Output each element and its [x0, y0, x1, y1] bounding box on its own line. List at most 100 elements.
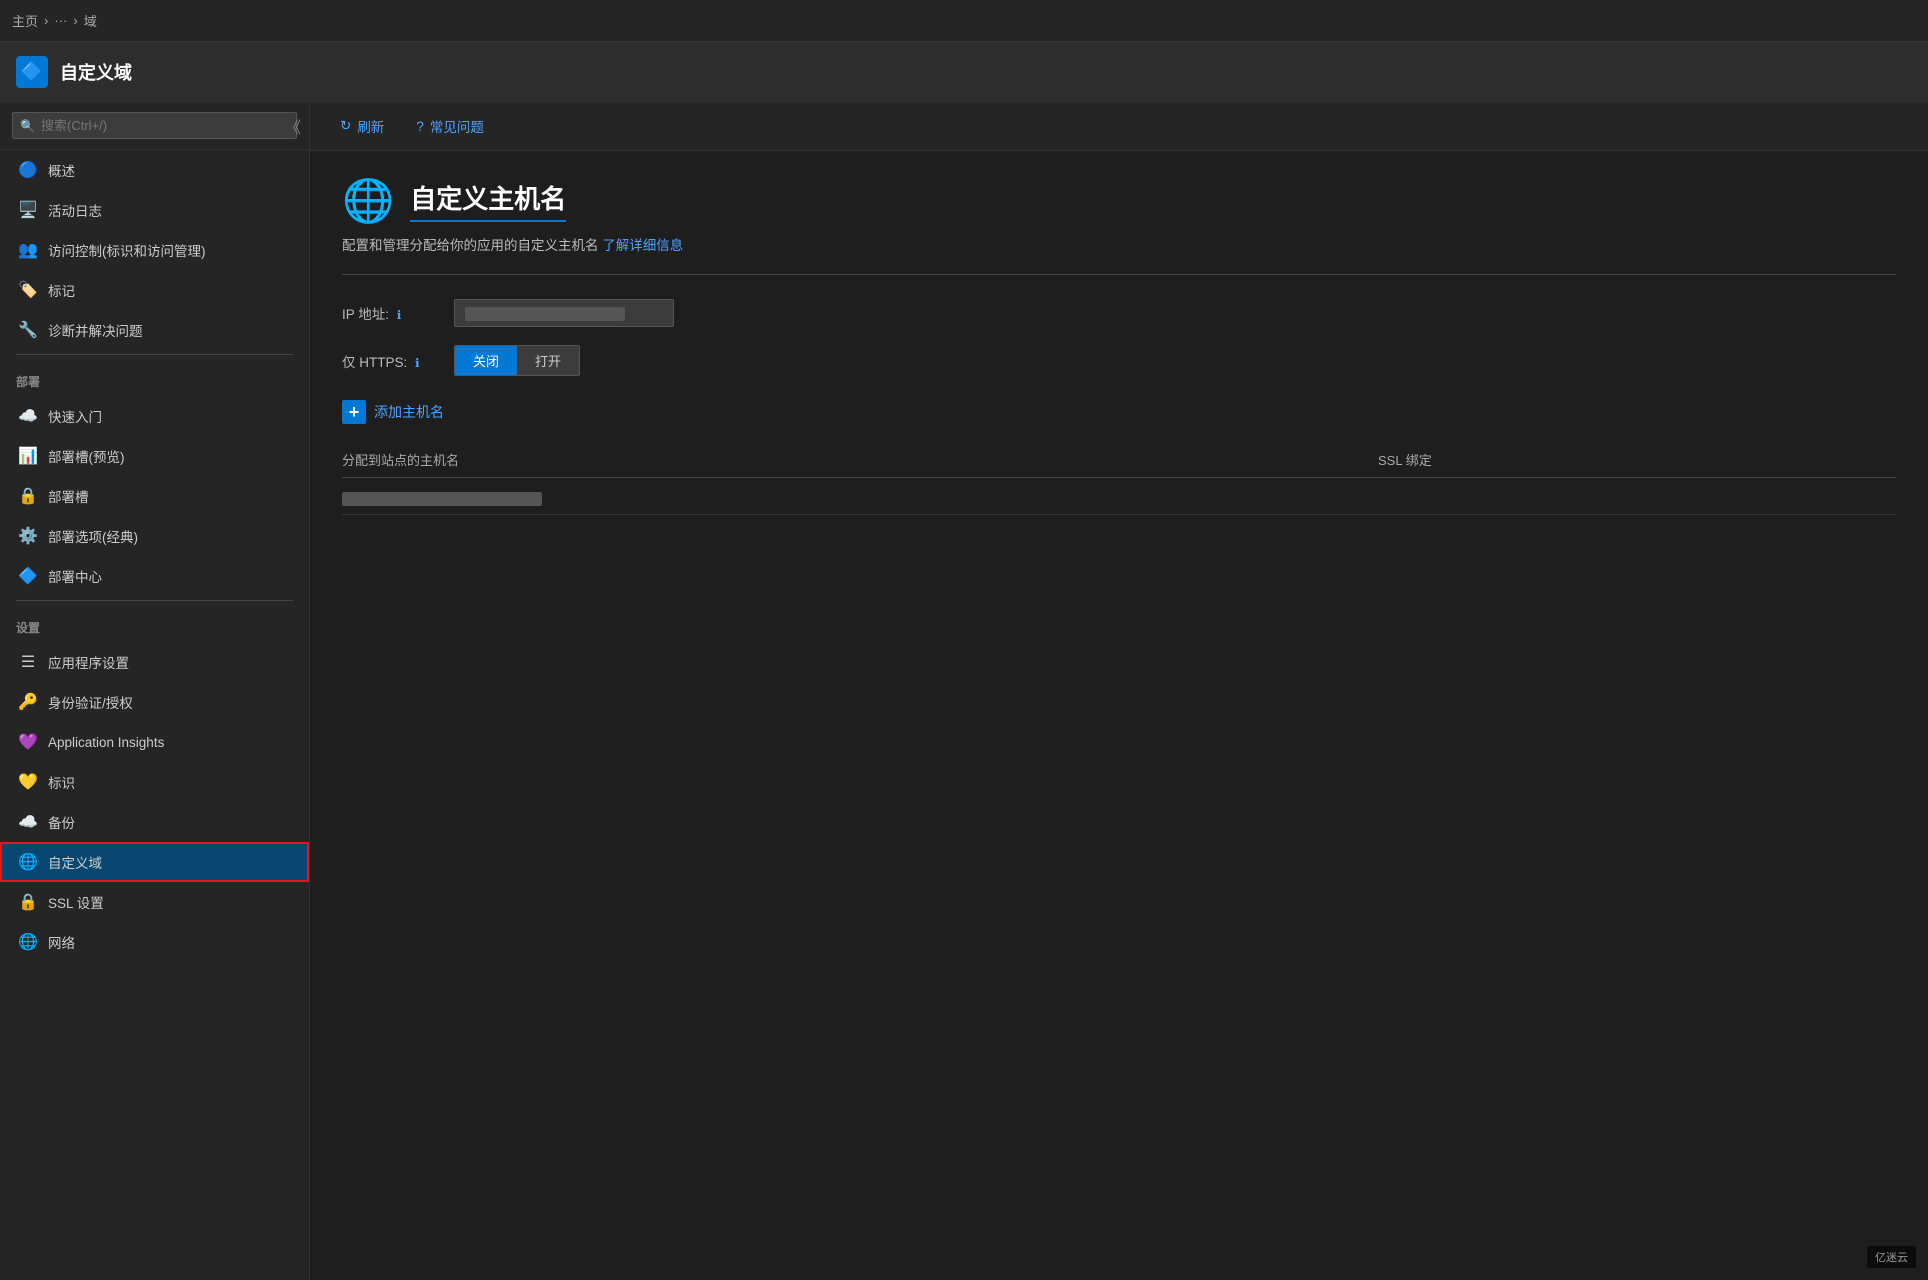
sidebar-item-auth[interactable]: 🔑 身份验证/授权 — [0, 682, 309, 722]
col-hostname-header: 分配到站点的主机名 — [342, 450, 1378, 469]
deploy-center-icon: 🔷 — [18, 566, 38, 586]
sidebar-item-deploy-center[interactable]: 🔷 部署中心 — [0, 556, 309, 596]
sidebar-item-label: 访问控制(标识和访问管理) — [48, 240, 206, 260]
page-header: 🌐 自定义主机名 — [342, 179, 1896, 222]
sidebar-item-deploy-options-classic[interactable]: ⚙️ 部署选项(经典) — [0, 516, 309, 556]
add-hostname-label: 添加主机名 — [374, 402, 444, 422]
sidebar-item-app-settings[interactable]: ☰ 应用程序设置 — [0, 642, 309, 682]
sidebar-item-label: 身份验证/授权 — [48, 692, 133, 712]
sidebar-item-diagnose[interactable]: 🔧 诊断并解决问题 — [0, 310, 309, 350]
sidebar-item-ssl-settings[interactable]: 🔒 SSL 设置 — [0, 882, 309, 922]
hostname-blurred — [342, 492, 542, 506]
breadcrumb-current: 域 — [84, 11, 97, 30]
sidebar-section-deploy: 部署 ☁️ 快速入门 📊 部署槽(预览) 🔒 部署槽 ⚙️ 部署选项(经典) 🔷… — [0, 359, 309, 596]
app-settings-icon: ☰ — [18, 652, 38, 672]
sidebar-item-backup[interactable]: ☁️ 备份 — [0, 802, 309, 842]
content-toolbar: ↻ 刷新 ? 常见问题 — [310, 102, 1928, 151]
sidebar-item-deploy-slot[interactable]: 🔒 部署槽 — [0, 476, 309, 516]
sidebar-collapse-button[interactable]: 《 — [285, 114, 301, 138]
topbar: 主页 › ··· › 域 — [0, 0, 1928, 42]
sidebar-item-overview[interactable]: 🔵 概述 — [0, 150, 309, 190]
breadcrumb: 主页 › ··· › 域 — [12, 11, 97, 30]
search-icon: 🔍 — [20, 119, 35, 133]
ip-label: IP 地址: ℹ — [342, 303, 442, 323]
sidebar-item-label: 部署槽(预览) — [48, 446, 125, 466]
sidebar-item-app-insights[interactable]: 💜 Application Insights — [0, 722, 309, 762]
hostname-cell — [342, 490, 1378, 506]
sidebar-section-label-settings: 设置 — [0, 605, 309, 642]
refresh-icon: ↻ — [340, 118, 351, 134]
sidebar-item-label: 部署槽 — [48, 486, 89, 506]
ssl-settings-icon: 🔒 — [18, 892, 38, 912]
breadcrumb-mid[interactable]: ··· — [54, 13, 67, 28]
sidebar-item-label: 快速入门 — [48, 406, 102, 426]
sidebar-item-label: 标记 — [48, 280, 75, 300]
form-divider — [342, 274, 1896, 275]
sidebar-item-deploy-slot-preview[interactable]: 📊 部署槽(预览) — [0, 436, 309, 476]
deploy-options-classic-icon: ⚙️ — [18, 526, 38, 546]
subheader-icon-glyph: 🔷 — [21, 61, 43, 82]
sidebar-section-label-deploy: 部署 — [0, 359, 309, 396]
backup-icon: ☁️ — [18, 812, 38, 832]
tags-icon: 🏷️ — [18, 280, 38, 300]
activity-log-icon: 🖥️ — [18, 200, 38, 220]
access-control-icon: 👥 — [18, 240, 38, 260]
app-insights-icon: 💜 — [18, 732, 38, 752]
search-input[interactable] — [12, 112, 297, 139]
sidebar-item-label: 部署选项(经典) — [48, 526, 138, 546]
sidebar-item-label: 活动日志 — [48, 200, 102, 220]
subheader-icon: 🔷 — [16, 56, 48, 88]
faq-button[interactable]: ? 常见问题 — [410, 112, 490, 140]
sidebar-item-label: 自定义域 — [48, 852, 102, 872]
ip-blurred-value — [465, 307, 625, 321]
content-area: ↻ 刷新 ? 常见问题 🌐 自定义主机名 配置和管理分配给你的应用的自定义主机名… — [310, 102, 1928, 1280]
ip-value-display — [454, 299, 674, 327]
sidebar-item-quickstart[interactable]: ☁️ 快速入门 — [0, 396, 309, 436]
ip-address-row: IP 地址: ℹ — [342, 299, 1896, 327]
content-body: 🌐 自定义主机名 配置和管理分配给你的应用的自定义主机名 了解详细信息 IP 地… — [310, 151, 1928, 543]
sidebar-item-label: 网络 — [48, 932, 75, 952]
https-off-button[interactable]: 关闭 — [455, 346, 517, 375]
sidebar-item-label: SSL 设置 — [48, 892, 104, 912]
subheader-title: 自定义域 — [60, 59, 132, 85]
network-icon: 🌐 — [18, 932, 38, 952]
overview-icon: 🔵 — [18, 160, 38, 180]
refresh-button[interactable]: ↻ 刷新 — [334, 112, 390, 140]
sidebar-item-activity-log[interactable]: 🖥️ 活动日志 — [0, 190, 309, 230]
sidebar-divider-1 — [16, 354, 293, 355]
https-on-button[interactable]: 打开 — [517, 346, 579, 375]
sidebar-item-label: 诊断并解决问题 — [48, 320, 143, 340]
sidebar-item-label: 备份 — [48, 812, 75, 832]
learn-more-link[interactable]: 了解详细信息 — [602, 238, 683, 253]
sidebar-item-label: 标识 — [48, 772, 75, 792]
sidebar-item-tags[interactable]: 🏷️ 标记 — [0, 270, 309, 310]
watermark: 亿迷云 — [1867, 1246, 1916, 1268]
breadcrumb-sep1: › — [44, 13, 48, 28]
faq-label: 常见问题 — [430, 116, 484, 136]
sidebar-section-general: 🔵 概述 🖥️ 活动日志 👥 访问控制(标识和访问管理) 🏷️ 标记 🔧 诊断并… — [0, 150, 309, 350]
sidebar-item-identity[interactable]: 💛 标识 — [0, 762, 309, 802]
https-only-row: 仅 HTTPS: ℹ 关闭 打开 — [342, 345, 1896, 376]
deploy-slot-icon: 🔒 — [18, 486, 38, 506]
sidebar-item-access-control[interactable]: 👥 访问控制(标识和访问管理) — [0, 230, 309, 270]
table-header: 分配到站点的主机名 SSL 绑定 — [342, 450, 1896, 478]
https-toggle-group: 关闭 打开 — [454, 345, 580, 376]
sidebar: 🔍 《 🔵 概述 🖥️ 活动日志 👥 访问控制(标识和访问管理) 🏷️ 标记 — [0, 102, 310, 1280]
page-header-icon: 🌐 — [342, 180, 394, 222]
https-info-icon[interactable]: ℹ — [415, 356, 420, 370]
deploy-slot-preview-icon: 📊 — [18, 446, 38, 466]
add-hostname-plus-icon: + — [342, 400, 366, 424]
refresh-label: 刷新 — [357, 116, 384, 136]
sidebar-item-label: 应用程序设置 — [48, 652, 129, 672]
sidebar-item-network[interactable]: 🌐 网络 — [0, 922, 309, 962]
auth-icon: 🔑 — [18, 692, 38, 712]
subheader: 🔷 自定义域 — [0, 42, 1928, 102]
col-ssl-header: SSL 绑定 — [1378, 450, 1896, 469]
add-hostname-button[interactable]: + 添加主机名 — [342, 394, 444, 430]
sidebar-item-custom-domain[interactable]: 🌐 自定义域 — [0, 842, 309, 882]
breadcrumb-home[interactable]: 主页 — [12, 11, 38, 30]
sidebar-section-settings: 设置 ☰ 应用程序设置 🔑 身份验证/授权 💜 Application Insi… — [0, 605, 309, 962]
quickstart-icon: ☁️ — [18, 406, 38, 426]
sidebar-item-label: 概述 — [48, 160, 75, 180]
ip-info-icon[interactable]: ℹ — [397, 308, 402, 322]
